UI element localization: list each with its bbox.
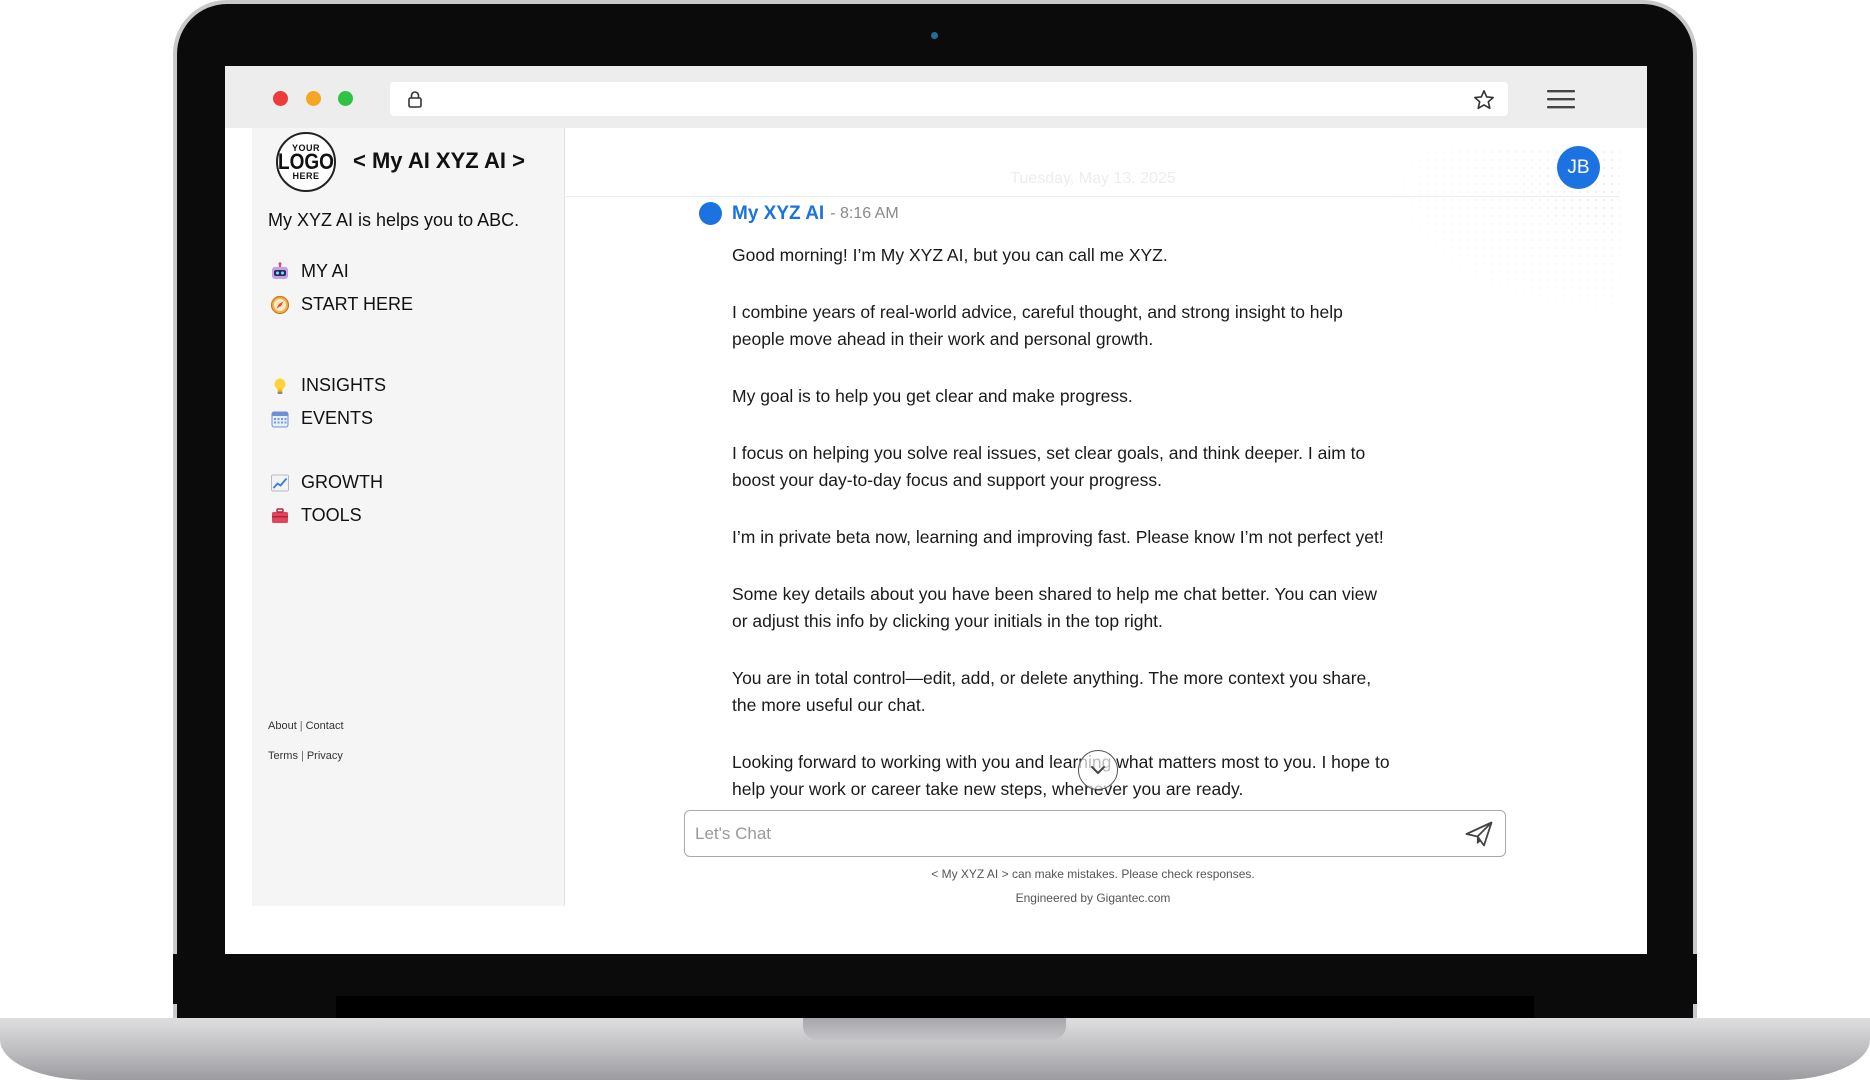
chat-input-box bbox=[684, 810, 1506, 857]
message-body: Good morning! I’m My XYZ AI, but you can… bbox=[732, 242, 1392, 833]
logo[interactable]: YOUR LOGO HERE bbox=[276, 132, 336, 192]
sidebar-item-label: GROWTH bbox=[301, 472, 383, 492]
terms-link[interactable]: Terms bbox=[268, 750, 298, 762]
chevron-down-icon bbox=[1091, 766, 1105, 774]
app-title: < My AI XYZ AI > bbox=[353, 148, 525, 173]
browser-toolbar bbox=[225, 66, 1647, 128]
hamburger-menu-icon[interactable] bbox=[1547, 88, 1575, 110]
chat-input[interactable] bbox=[695, 819, 1435, 849]
header-divider bbox=[566, 196, 1620, 197]
separator: | bbox=[299, 720, 303, 732]
lock-icon bbox=[408, 91, 422, 108]
send-icon[interactable] bbox=[1465, 821, 1493, 847]
compass-icon bbox=[270, 295, 290, 315]
message-paragraph: My goal is to help you get clear and mak… bbox=[732, 386, 1133, 406]
sidebar: YOUR LOGO HERE < My AI XYZ AI > My XYZ A… bbox=[252, 128, 565, 906]
date-divider: Tuesday, May 13, 2025 bbox=[1010, 170, 1176, 187]
sidebar-item-label: MY AI bbox=[301, 261, 349, 281]
robot-icon bbox=[270, 261, 290, 282]
sidebar-item-insights[interactable]: INSIGHTS bbox=[270, 369, 386, 402]
laptop-notch bbox=[803, 1018, 1066, 1040]
sidebar-item-events[interactable]: EVENTS bbox=[270, 402, 386, 435]
calendar-icon bbox=[270, 409, 290, 429]
message-timestamp: - 8:16 AM bbox=[830, 204, 899, 222]
message-paragraph: Some key details about you have been sha… bbox=[732, 584, 1378, 631]
nav-group-tertiary: GROWTH TOOLS bbox=[270, 466, 383, 532]
sidebar-item-start-here[interactable]: START HERE bbox=[270, 288, 413, 321]
logo-text-main: LOGO bbox=[278, 149, 334, 175]
sidebar-item-label: TOOLS bbox=[301, 505, 362, 525]
address-bar[interactable] bbox=[390, 82, 1508, 116]
app-window: YOUR LOGO HERE < My AI XYZ AI > My XYZ A… bbox=[252, 128, 1620, 906]
sidebar-item-label: START HERE bbox=[301, 294, 414, 314]
message-paragraph: You are in total control—edit, add, or d… bbox=[732, 668, 1372, 715]
bot-avatar-icon bbox=[699, 202, 722, 225]
message-paragraph: Looking forward to working with you and … bbox=[732, 752, 1390, 799]
close-window-button[interactable] bbox=[273, 91, 288, 106]
footer-links-row-2: Terms | Privacy bbox=[268, 750, 343, 762]
scroll-down-button[interactable] bbox=[1078, 750, 1118, 790]
chat-panel: Tuesday, May 13, 2025 JB My XYZ AI - 8:1… bbox=[566, 128, 1620, 906]
toolbox-icon bbox=[270, 506, 290, 526]
contact-link[interactable]: Contact bbox=[306, 720, 344, 732]
message-paragraph: I’m in private beta now, learning and im… bbox=[732, 527, 1384, 547]
maximize-window-button[interactable] bbox=[338, 91, 353, 106]
message-paragraph: Good morning! I’m My XYZ AI, but you can… bbox=[732, 245, 1168, 265]
message-header: My XYZ AI - 8:16 AM bbox=[699, 202, 899, 225]
lightbulb-icon bbox=[270, 376, 290, 396]
engineered-by-text: Engineered by Gigantec.com bbox=[1015, 891, 1171, 905]
sidebar-item-label: INSIGHTS bbox=[301, 375, 387, 395]
user-avatar[interactable]: JB bbox=[1557, 146, 1600, 189]
laptop-screen: YOUR LOGO HERE < My AI XYZ AI > My XYZ A… bbox=[225, 66, 1647, 954]
chart-increasing-icon bbox=[270, 473, 290, 493]
nav-group-secondary: INSIGHTS EVENTS bbox=[270, 369, 386, 435]
app-tagline: My XYZ AI is helps you to ABC. bbox=[268, 210, 520, 230]
privacy-link[interactable]: Privacy bbox=[307, 750, 343, 762]
sidebar-item-tools[interactable]: TOOLS bbox=[270, 499, 383, 532]
message-paragraph: I focus on helping you solve real issues… bbox=[732, 443, 1366, 490]
nav-group-primary: MY AI START HERE bbox=[270, 255, 413, 321]
sidebar-item-growth[interactable]: GROWTH bbox=[270, 466, 383, 499]
message-sender: My XYZ AI bbox=[732, 202, 825, 224]
about-link[interactable]: About bbox=[268, 720, 297, 732]
sidebar-item-label: EVENTS bbox=[301, 408, 374, 428]
camera-icon bbox=[931, 32, 938, 39]
minimize-window-button[interactable] bbox=[306, 91, 321, 106]
sidebar-item-my-ai[interactable]: MY AI bbox=[270, 255, 413, 288]
message-paragraph: I combine years of real-world advice, ca… bbox=[732, 302, 1343, 349]
footer-links-row-1: About | Contact bbox=[268, 720, 344, 732]
bookmark-star-icon[interactable] bbox=[1472, 88, 1496, 112]
disclaimer-text: < My XYZ AI > can make mistakes. Please … bbox=[931, 867, 1255, 881]
separator: | bbox=[300, 750, 304, 762]
